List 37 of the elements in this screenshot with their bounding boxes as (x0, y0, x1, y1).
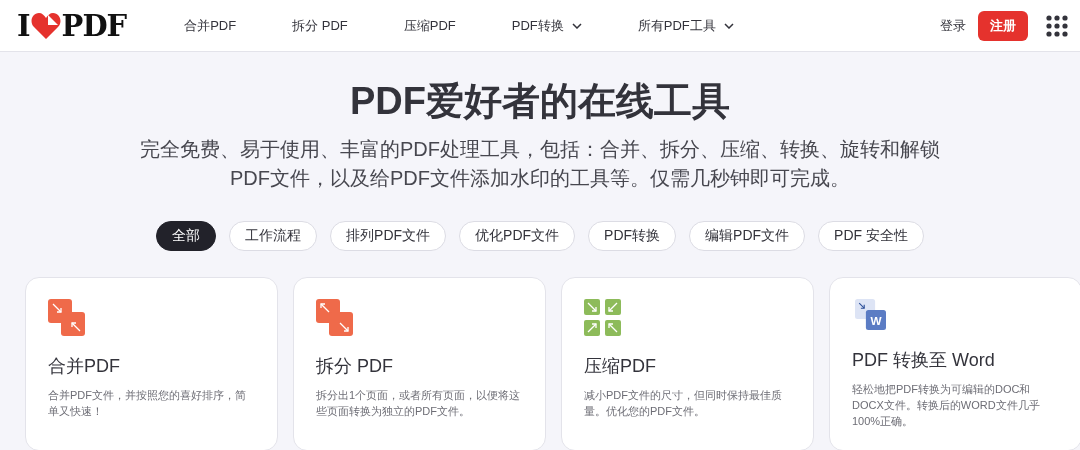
logo-text: PDF (61, 8, 127, 43)
page-title: PDF爱好者的在线工具 (350, 79, 730, 124)
logo-text: I (17, 8, 30, 43)
nav-link[interactable]: PDF转换 (489, 16, 604, 35)
chevron-down-icon (571, 22, 582, 29)
tool-title: PDF 转换至 Word (852, 349, 996, 372)
merge-icon (48, 299, 85, 336)
filter-pill[interactable]: PDF转换 (588, 221, 677, 251)
tool-card[interactable]: 压缩PDF 减小PDF文件的尺寸，但同时保持最佳质量。优化您的PDF文件。 (561, 277, 814, 450)
page-subtitle: 完全免费、易于使用、丰富的PDF处理工具，包括：合并、拆分、压缩、转换、旋转和解锁PDF文件，以及给PDF文件添加水印的工具等。仅需几秒钟即可完成。 (139, 137, 941, 191)
tool-description: 拆分出1个页面，或者所有页面，以便将这些页面转换为独立的PDF文件。 (316, 388, 522, 419)
chevron-down-icon (723, 22, 734, 29)
tool-description: 轻松地把PDF转换为可编辑的DOC和DOCX文件。转换后的WORD文件几乎100%正确。 (852, 382, 1041, 429)
filter-pill[interactable]: 工作流程 (229, 221, 318, 251)
nav-link[interactable]: 拆分 PDF (270, 16, 370, 35)
tool-card[interactable]: 拆分 PDF 拆分出1个页面，或者所有页面，以便将这些页面转换为独立的PDF文件。 (293, 277, 546, 450)
tool-card[interactable]: W PDF 转换至 Word 轻松地把PDF转换为可编辑的DOC和DOCX文件。转换后的WORD文件几乎100%正确。 (829, 277, 1080, 450)
signup-button[interactable]: 注册 (978, 10, 1028, 41)
filter-pill[interactable]: 编辑PDF文件 (689, 221, 806, 251)
tool-title: 压缩PDF (584, 355, 657, 378)
tool-description: 减小PDF文件的尺寸，但同时保持最佳质量。优化您的PDF文件。 (584, 388, 783, 419)
filter-pill[interactable]: 排列PDF文件 (330, 221, 447, 251)
tool-title: 拆分 PDF (316, 355, 394, 378)
filter-pill[interactable]: 优化PDF文件 (459, 221, 576, 251)
login-link[interactable]: 登录 (940, 16, 966, 35)
split-icon (316, 299, 353, 336)
nav-link[interactable]: 所有PDF工具 (615, 16, 756, 35)
filter-pill[interactable]: 全部 (156, 221, 217, 251)
tool-title: 合并PDF (48, 355, 121, 378)
nav-link[interactable]: 压缩PDF (381, 16, 478, 35)
apps-grid-icon[interactable] (1046, 14, 1068, 37)
heart-icon (30, 11, 61, 40)
filter-pill[interactable]: PDF 安全性 (818, 221, 924, 251)
tool-description: 合并PDF文件，并按照您的喜好排序，简单又快速！ (48, 388, 247, 419)
nav-link[interactable]: 合并PDF (162, 16, 259, 35)
compress-icon (584, 299, 621, 336)
tool-card[interactable]: 合并PDF 合并PDF文件，并按照您的喜好排序，简单又快速！ (25, 277, 278, 450)
